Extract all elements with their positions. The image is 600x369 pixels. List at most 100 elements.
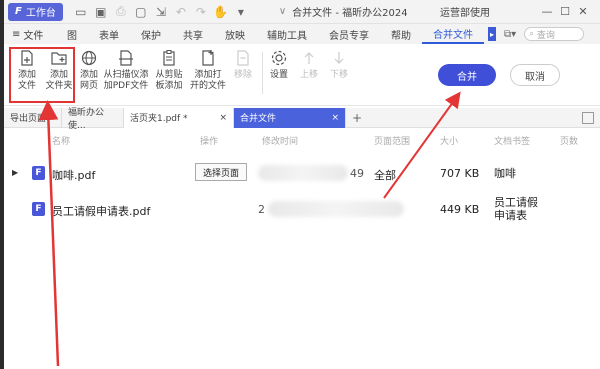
column-page-range[interactable]: 页面范围 — [374, 134, 410, 147]
add-from-scanner-label: 从扫描仪添 加PDF文件 — [103, 70, 149, 91]
menu-item-tools[interactable]: 辅助工具 — [256, 24, 318, 44]
cancel-button[interactable]: 取消 — [510, 64, 560, 86]
menu-item-merge-files[interactable]: 合并文件 — [422, 24, 484, 44]
file-list-header: 名称 操作 修改时间 页面范围 大小 文档书签 页数 — [4, 128, 600, 150]
column-pages[interactable]: 页数 — [560, 134, 578, 147]
minimize-icon[interactable]: — — [538, 5, 556, 18]
export-icon[interactable]: ⇲ — [154, 5, 168, 19]
tab-export-pages[interactable]: 导出页面 — [4, 107, 62, 128]
chevron-down-icon[interactable]: ∨ — [279, 6, 286, 17]
add-folder-button[interactable]: 添加 文件夹 — [42, 48, 76, 92]
menu-item-help[interactable]: 帮助 — [380, 24, 422, 44]
timestamp-tail: 49 — [350, 167, 364, 180]
view-options-icon[interactable]: ⧉▾ — [504, 29, 516, 40]
menu-scroll-right-icon[interactable]: ▸ — [488, 27, 496, 41]
tab-label: 合并文件 — [240, 114, 277, 124]
tab-label: 导出页面 — [10, 114, 47, 124]
column-bookmark[interactable]: 文档书签 — [494, 134, 530, 147]
menu-item-form[interactable]: 表单 — [88, 24, 130, 44]
file-menu[interactable]: ≡ 文件 — [12, 27, 56, 42]
customize-icon[interactable]: ▾ — [234, 5, 248, 19]
close-tab-icon[interactable]: × — [219, 113, 227, 123]
move-up-button[interactable]: 上移 — [292, 48, 326, 81]
column-size[interactable]: 大小 — [440, 134, 458, 147]
app-window: F 工作台 ▭ ▣ ⎙ ▢ ⇲ ↶ ↷ ✋ ▾ ∨ 合并文件 - 福昕办公202… — [0, 0, 600, 369]
move-up-label: 上移 — [299, 70, 318, 80]
move-down-label: 下移 — [329, 70, 348, 80]
foxit-logo-icon: F — [15, 6, 22, 17]
settings-button[interactable]: 设置 — [262, 48, 296, 81]
undo-icon[interactable]: ↶ — [174, 5, 188, 19]
add-webpage-label: 添加 网页 — [79, 70, 98, 91]
menu-item-image[interactable]: 图 — [56, 24, 88, 44]
document-tab-strip: 导出页面 福昕办公使... 活页夹1.pdf * × 合并文件 × + — [4, 107, 600, 131]
workbench-label: 工作台 — [25, 8, 56, 19]
file-menu-label: 文件 — [23, 30, 44, 42]
tab-foxit-office[interactable]: 福昕办公使... — [62, 107, 124, 131]
search-icon: ⌕ — [529, 29, 537, 39]
add-open-files-label: 添加打 开的文件 — [189, 70, 226, 91]
merge-button[interactable]: 合并 — [438, 64, 496, 86]
file-name: 员工请假申请表.pdf — [52, 205, 151, 218]
globe-icon — [79, 48, 99, 68]
redo-icon[interactable]: ↷ — [194, 5, 208, 19]
select-pages-button[interactable]: 选择页面 — [195, 163, 247, 181]
add-from-scanner-button[interactable]: 从扫描仪添 加PDF文件 — [102, 48, 150, 92]
add-webpage-button[interactable]: 添加 网页 — [72, 48, 106, 92]
scanner-icon — [116, 48, 136, 68]
page-range-value[interactable]: 全部 — [374, 167, 396, 183]
hand-tool-icon[interactable]: ✋ — [213, 5, 228, 19]
blurred-timestamp — [258, 165, 348, 181]
menu-item-slideshow[interactable]: 放映 — [214, 24, 256, 44]
add-file-icon — [17, 48, 37, 68]
remove-label: 移除 — [233, 70, 252, 80]
document-title-text: 合并文件 - 福昕办公2024 — [292, 8, 408, 19]
column-action[interactable]: 操作 — [200, 134, 218, 147]
menu-item-protect[interactable]: 保护 — [130, 24, 172, 44]
ribbon-toolbar: 添加 文件 添加 文件夹 添加 网页 从扫描仪添 加PDF文件 从剪贴 板添加 — [4, 44, 600, 106]
menu-item-member[interactable]: 会员专享 — [318, 24, 380, 44]
tab-merge-files[interactable]: 合并文件 × — [234, 107, 346, 128]
add-open-files-button[interactable]: 添加打 开的文件 — [188, 48, 228, 92]
file-size: 707 KB — [440, 167, 480, 180]
quick-access-toolbar: ▭ ▣ ⎙ ▢ ⇲ ↶ ↷ ✋ ▾ — [71, 4, 251, 19]
expand-arrow-icon[interactable]: ▶ — [12, 168, 18, 177]
move-down-button[interactable]: 下移 — [322, 48, 356, 81]
tab-label: 活页夹1.pdf * — [130, 114, 188, 124]
workbench-button[interactable]: F 工作台 — [8, 2, 63, 21]
save-icon[interactable]: ▣ — [94, 5, 108, 19]
print-icon[interactable]: ⎙ — [114, 4, 128, 19]
new-tab-icon[interactable]: + — [346, 111, 368, 125]
file-name: 咖啡.pdf — [52, 169, 96, 182]
file-row[interactable]: ▶ F 咖啡.pdf 选择页面 49 全部 707 KB 咖啡 — [4, 156, 600, 192]
close-icon[interactable]: ✕ — [574, 5, 592, 18]
file-row[interactable]: F 员工请假申请表.pdf 2 449 KB 员工请假 申请表 — [4, 192, 600, 228]
remove-button[interactable]: 移除 — [226, 48, 260, 81]
maximize-icon[interactable]: ☐ — [556, 5, 574, 18]
tab-panel-icon[interactable] — [582, 112, 594, 124]
close-tab-icon[interactable]: × — [331, 113, 339, 123]
open-folder-icon[interactable]: ▭ — [74, 5, 88, 19]
user-label[interactable]: 运营部使用 — [440, 4, 490, 19]
new-doc-icon[interactable]: ▢ — [134, 5, 148, 19]
move-up-icon — [299, 48, 319, 68]
bookmark-name: 咖啡 — [494, 167, 516, 180]
add-from-clipboard-button[interactable]: 从剪贴 板添加 — [152, 48, 186, 92]
menu-item-share[interactable]: 共享 — [172, 24, 214, 44]
add-folder-icon — [49, 48, 69, 68]
hamburger-icon: ≡ — [12, 28, 21, 40]
remove-icon — [233, 48, 253, 68]
add-file-label: 添加 文件 — [17, 70, 36, 91]
file-size: 449 KB — [440, 203, 480, 216]
timestamp-tail: 2 — [258, 203, 265, 216]
open-file-icon — [198, 48, 218, 68]
tab-binder[interactable]: 活页夹1.pdf * × — [124, 107, 234, 128]
add-folder-label: 添加 文件夹 — [45, 70, 73, 91]
title-bar: F 工作台 ▭ ▣ ⎙ ▢ ⇲ ↶ ↷ ✋ ▾ ∨ 合并文件 - 福昕办公202… — [4, 0, 600, 24]
column-name[interactable]: 名称 — [52, 134, 70, 147]
search-input[interactable]: ⌕ 查询 — [524, 27, 584, 41]
add-file-button[interactable]: 添加 文件 — [10, 48, 44, 92]
column-modified[interactable]: 修改时间 — [262, 134, 298, 147]
pdf-file-icon: F — [32, 166, 45, 180]
add-from-clipboard-label: 从剪贴 板添加 — [155, 70, 183, 91]
